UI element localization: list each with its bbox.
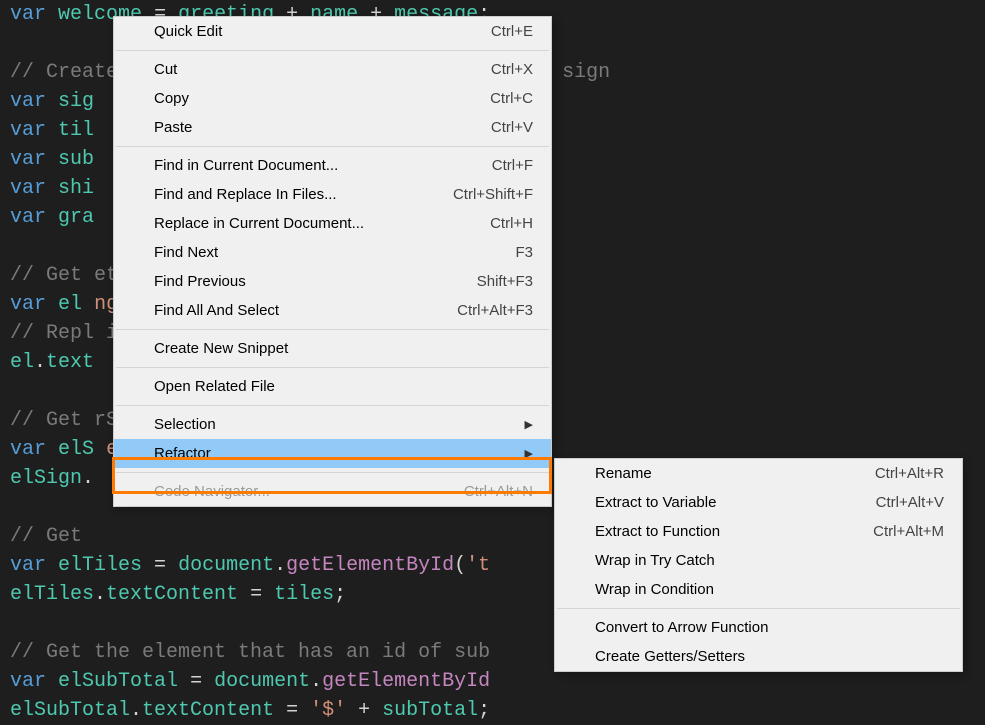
menu-item-label: Find and Replace In Files...: [154, 186, 337, 203]
menu-item-label: Convert to Arrow Function: [595, 619, 768, 636]
main-menu-item[interactable]: Copy Ctrl+C: [114, 84, 551, 113]
refactor-menu-item[interactable]: Extract to Variable Ctrl+Alt+V: [555, 488, 962, 517]
menu-item-shortcut: Ctrl+Alt+F3: [457, 302, 533, 319]
menu-item-shortcut: Ctrl+Alt+R: [875, 465, 944, 482]
refactor-menu-item[interactable]: Wrap in Condition: [555, 575, 962, 604]
main-menu-item[interactable]: Quick Edit Ctrl+E: [114, 17, 551, 46]
main-menu-item[interactable]: Create New Snippet: [114, 334, 551, 363]
chevron-right-icon: ▶: [525, 418, 533, 431]
menu-item-label: Open Related File: [154, 378, 275, 395]
menu-separator: [116, 329, 549, 330]
menu-item-label: Create New Snippet: [154, 340, 288, 357]
main-menu-item[interactable]: Open Related File: [114, 372, 551, 401]
menu-item-label: Find in Current Document...: [154, 157, 338, 174]
menu-item-label: Quick Edit: [154, 23, 222, 40]
menu-item-shortcut: Ctrl+C: [490, 90, 533, 107]
menu-separator: [116, 367, 549, 368]
menu-item-shortcut: Ctrl+Alt+N: [464, 483, 533, 500]
menu-item-label: Replace in Current Document...: [154, 215, 364, 232]
menu-item-label: Extract to Function: [595, 523, 720, 540]
menu-item-shortcut: Ctrl+Alt+M: [873, 523, 944, 540]
menu-item-shortcut: Ctrl+Alt+V: [876, 494, 944, 511]
menu-item-label: Find All And Select: [154, 302, 279, 319]
menu-separator: [557, 608, 960, 609]
menu-item-label: Find Previous: [154, 273, 246, 290]
menu-separator: [116, 146, 549, 147]
main-menu-item[interactable]: Replace in Current Document... Ctrl+H: [114, 209, 551, 238]
refactor-menu-item[interactable]: Convert to Arrow Function: [555, 613, 962, 642]
menu-item-label: Copy: [154, 90, 189, 107]
menu-item-label: Wrap in Try Catch: [595, 552, 715, 569]
menu-separator: [116, 50, 549, 51]
menu-item-shortcut: Ctrl+Shift+F: [453, 186, 533, 203]
main-menu-item[interactable]: Selection ▶: [114, 410, 551, 439]
menu-item-shortcut: Ctrl+X: [491, 61, 533, 78]
main-menu-item[interactable]: Find in Current Document... Ctrl+F: [114, 151, 551, 180]
menu-item-label: Extract to Variable: [595, 494, 716, 511]
menu-item-label: Wrap in Condition: [595, 581, 714, 598]
refactor-menu-item[interactable]: Create Getters/Setters: [555, 642, 962, 671]
refactor-menu-item[interactable]: Extract to Function Ctrl+Alt+M: [555, 517, 962, 546]
context-menu-refactor: Rename Ctrl+Alt+R Extract to Variable Ctrl+…: [554, 458, 963, 672]
menu-item-shortcut: Ctrl+H: [490, 215, 533, 232]
main-menu-item[interactable]: Find Previous Shift+F3: [114, 267, 551, 296]
main-menu-item: Code Navigator... Ctrl+Alt+N: [114, 477, 551, 506]
menu-item-label: Find Next: [154, 244, 218, 261]
menu-item-label: Selection: [154, 416, 216, 433]
main-menu-item[interactable]: Find and Replace In Files... Ctrl+Shift+F: [114, 180, 551, 209]
refactor-menu-item[interactable]: Wrap in Try Catch: [555, 546, 962, 575]
menu-item-label: Paste: [154, 119, 192, 136]
refactor-menu-item[interactable]: Rename Ctrl+Alt+R: [555, 459, 962, 488]
menu-item-shortcut: Ctrl+E: [491, 23, 533, 40]
menu-item-shortcut: Ctrl+F: [492, 157, 533, 174]
menu-item-label: Code Navigator...: [154, 483, 270, 500]
menu-item-shortcut: F3: [515, 244, 533, 261]
main-menu-item[interactable]: Refactor ▶: [114, 439, 551, 468]
context-menu-main: Quick Edit Ctrl+E Cut Ctrl+X Copy Ctrl+C Paste…: [113, 16, 552, 507]
menu-separator: [116, 405, 549, 406]
main-menu-item[interactable]: Find All And Select Ctrl+Alt+F3: [114, 296, 551, 325]
menu-item-shortcut: Ctrl+V: [491, 119, 533, 136]
menu-separator: [116, 472, 549, 473]
main-menu-item[interactable]: Paste Ctrl+V: [114, 113, 551, 142]
chevron-right-icon: ▶: [525, 447, 533, 460]
menu-item-label: Create Getters/Setters: [595, 648, 745, 665]
main-menu-item[interactable]: Cut Ctrl+X: [114, 55, 551, 84]
main-menu-item[interactable]: Find Next F3: [114, 238, 551, 267]
menu-item-label: Rename: [595, 465, 652, 482]
code-line[interactable]: elSubTotal.textContent = '$' + subTotal;: [10, 696, 975, 725]
menu-item-label: Refactor: [154, 445, 211, 462]
menu-item-shortcut: Shift+F3: [477, 273, 533, 290]
menu-item-label: Cut: [154, 61, 177, 78]
